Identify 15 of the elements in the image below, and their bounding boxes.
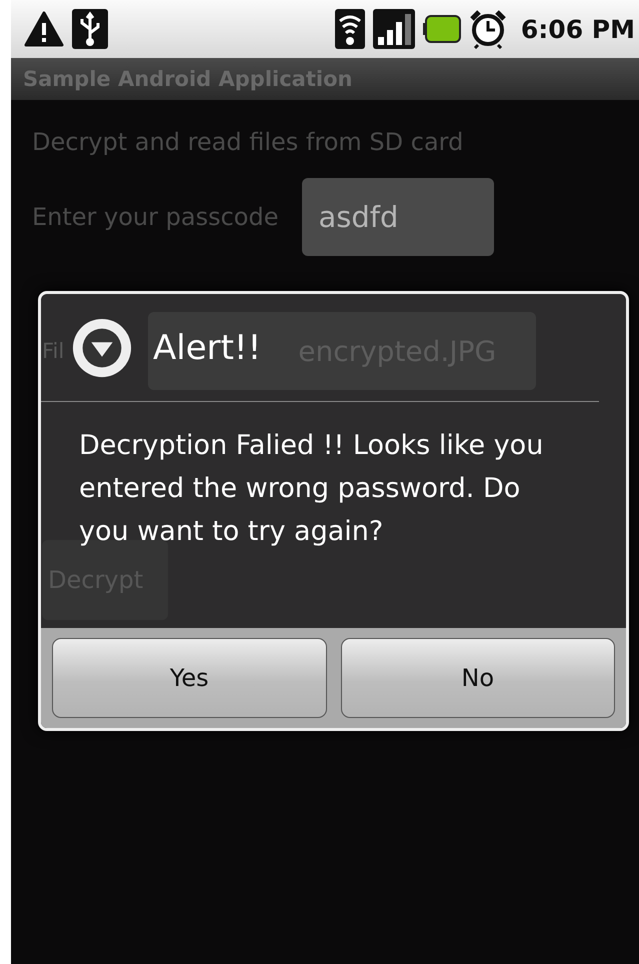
description-text: Decrypt and read files from SD card — [32, 128, 464, 158]
no-button[interactable]: No — [340, 638, 615, 718]
passcode-field[interactable]: asdfd — [302, 178, 494, 256]
wifi-icon — [334, 9, 365, 49]
usb-icon — [72, 9, 108, 49]
clock-time: 6:06 PM — [520, 14, 635, 44]
battery-icon — [422, 15, 461, 43]
alarm-clock-icon — [468, 9, 507, 49]
dialog-message: Decryption Falied !! Looks like you entered the wrong password. Do you want to try again? — [79, 429, 544, 549]
dialog-title: Alert!! — [153, 328, 262, 368]
signal-icon — [372, 9, 415, 49]
passcode-label: Enter your passcode — [32, 203, 278, 231]
alert-icon — [71, 316, 133, 378]
warning-icon — [24, 11, 64, 47]
yes-button[interactable]: Yes — [52, 638, 326, 718]
